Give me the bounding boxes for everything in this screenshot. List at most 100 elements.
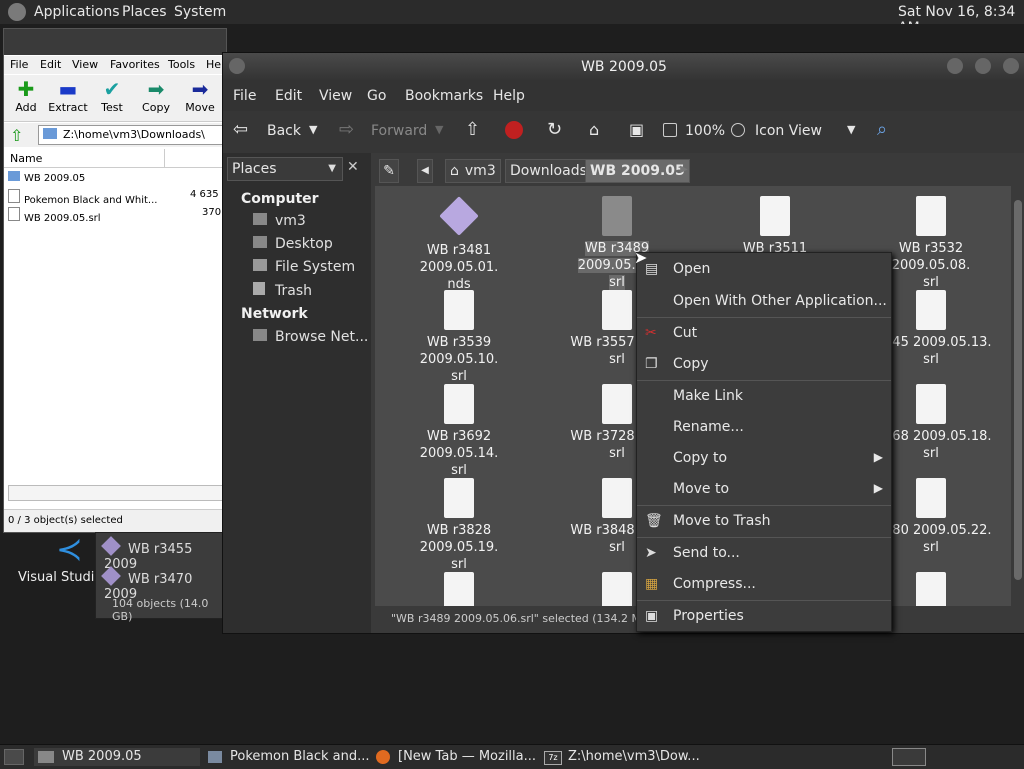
nds-file-icon — [439, 196, 479, 236]
system-menu[interactable]: System — [174, 4, 226, 20]
list-item[interactable]: WB 2009.05.srl — [8, 207, 101, 224]
menu-separator — [637, 505, 891, 506]
move-button[interactable]: ➡ Move — [180, 77, 220, 114]
view-mode-dropdown[interactable]: ▼ — [847, 123, 855, 136]
archive-window-titlebar[interactable] — [4, 29, 226, 55]
file-item[interactable]: WB r3481 2009.05.01. nds — [389, 196, 529, 293]
sidebar-item-vm3[interactable]: vm3 — [253, 213, 306, 229]
taskbar-item-pokemon[interactable]: Pokemon Black and... — [204, 748, 370, 766]
computer-icon[interactable]: ▣ — [629, 120, 644, 139]
menu-favorites[interactable]: Favorites — [110, 58, 160, 71]
breadcrumb-current[interactable]: WB 2009.05 — [585, 159, 690, 183]
minimize-icon[interactable] — [947, 58, 963, 74]
horizontal-scrollbar[interactable] — [8, 485, 224, 501]
menu-item-open[interactable]: ▤ Open — [637, 255, 891, 283]
search-icon[interactable]: ⌕ — [877, 119, 887, 140]
menu-edit[interactable]: Edit — [275, 88, 302, 104]
menu-help[interactable]: He — [206, 58, 221, 71]
test-button[interactable]: ✔ Test — [92, 77, 132, 114]
stop-icon[interactable] — [505, 121, 523, 139]
taskbar-item-7zip[interactable]: 7z Z:\home\vm3\Dow... — [540, 748, 706, 766]
forward-arrow-icon[interactable]: ⇨ — [339, 119, 354, 140]
scroll-thumb[interactable] — [1014, 200, 1022, 580]
menu-item-copy-to[interactable]: Copy to ▶ — [637, 444, 891, 472]
back-history-dropdown[interactable]: ▼ — [309, 123, 317, 136]
sidebar-item-file-system[interactable]: File System — [253, 259, 355, 275]
menu-item-copy[interactable]: ❐ Copy — [637, 350, 891, 378]
list-item[interactable]: WB r3455 2009 — [101, 536, 224, 572]
menu-item-make-link[interactable]: Make Link — [637, 382, 891, 410]
close-icon[interactable] — [1003, 58, 1019, 74]
file-item[interactable]: WB r3692 2009.05.14. srl — [389, 384, 529, 479]
list-item[interactable]: Pokemon Black and Whit... — [8, 189, 157, 206]
forward-button[interactable]: Forward — [371, 123, 427, 139]
menu-help[interactable]: Help — [493, 88, 525, 104]
distro-logo-icon[interactable] — [8, 3, 26, 21]
back-button[interactable]: Back — [267, 123, 301, 139]
menu-item-properties[interactable]: ▣ Properties — [637, 602, 891, 630]
copy-button[interactable]: ➡ Copy — [136, 77, 176, 114]
zoom-out-icon[interactable] — [663, 123, 677, 137]
sidebar-item-desktop[interactable]: Desktop — [253, 236, 333, 252]
edit-location-icon[interactable]: ✎ — [379, 159, 399, 183]
sidebar-item-trash[interactable]: Trash — [253, 282, 312, 299]
vscode-desktop-icon[interactable]: ≺ — [50, 532, 96, 568]
path-scroll-right[interactable]: ▶ — [677, 159, 691, 181]
view-mode-select[interactable]: Icon View — [755, 123, 822, 139]
extract-button[interactable]: ▬ Extract — [48, 77, 88, 114]
address-input[interactable]: Z:\home\vm3\Downloads\ — [38, 125, 224, 145]
list-item[interactable]: WB 2009.05 — [8, 171, 85, 187]
menu-file[interactable]: File — [233, 88, 256, 104]
vertical-scrollbar[interactable] — [1011, 186, 1024, 606]
menu-item-cut[interactable]: ✂ Cut — [637, 319, 891, 347]
drive-icon — [253, 259, 267, 271]
menu-bookmarks[interactable]: Bookmarks — [405, 88, 483, 104]
menu-edit[interactable]: Edit — [40, 58, 61, 71]
close-sidebar-icon[interactable]: ✕ — [347, 159, 359, 175]
maximize-icon[interactable] — [975, 58, 991, 74]
file-icon — [444, 290, 474, 330]
file-item[interactable]: WB r3539 2009.05.10. srl — [389, 290, 529, 385]
menu-go[interactable]: Go — [367, 88, 386, 104]
menu-item-open-with[interactable]: Open With Other Application... — [637, 287, 891, 315]
menu-tools[interactable]: Tools — [168, 58, 195, 71]
file-icon — [602, 384, 632, 424]
menu-item-move-to[interactable]: Move to ▶ — [637, 475, 891, 503]
submenu-arrow-icon: ▶ — [873, 450, 883, 464]
column-header-size[interactable] — [165, 149, 225, 168]
menu-view[interactable]: View — [319, 88, 352, 104]
menu-item-move-to-trash[interactable]: 🗑 Move to Trash — [637, 507, 891, 535]
places-selector[interactable]: Places ▼ — [227, 157, 343, 181]
taskbar-item-firefox[interactable]: [New Tab — Mozilla... — [372, 748, 538, 766]
workspace-switcher-2[interactable] — [928, 748, 1018, 764]
reload-icon[interactable]: ↻ — [547, 119, 562, 140]
home-icon[interactable]: ⌂ — [589, 120, 599, 139]
taskbar-item-file-manager[interactable]: WB 2009.05 — [34, 748, 200, 766]
arrow-right-icon: ➡ — [191, 77, 209, 101]
back-arrow-icon[interactable]: ⇦ — [233, 119, 248, 140]
plus-icon: ✚ — [17, 77, 35, 101]
zoom-in-icon[interactable] — [731, 123, 745, 137]
path-scroll-left[interactable]: ◀ — [417, 159, 433, 183]
applications-menu[interactable]: Applications — [34, 4, 120, 20]
column-header-name[interactable]: Name — [4, 149, 165, 168]
up-arrow-icon[interactable]: ⇧ — [465, 119, 480, 140]
show-desktop-icon[interactable] — [4, 749, 24, 765]
breadcrumb-vm3[interactable]: ⌂ vm3 — [445, 159, 501, 183]
window-titlebar[interactable]: WB 2009.05 — [223, 53, 1024, 81]
menu-item-rename[interactable]: Rename... — [637, 413, 891, 441]
breadcrumb-downloads[interactable]: Downloads — [505, 159, 592, 183]
file-item[interactable]: WB r3828 2009.05.19. srl — [389, 478, 529, 573]
workspace-switcher[interactable] — [892, 748, 926, 766]
menu-item-send-to[interactable]: ➤ Send to... — [637, 539, 891, 567]
file-item[interactable] — [389, 572, 529, 606]
sidebar-item-browse-network[interactable]: Browse Net... — [253, 329, 368, 345]
location-bar: ✎ ◀ ⌂ vm3 Downloads WB 2009.05 ▶ — [375, 153, 1024, 183]
add-button[interactable]: ✚ Add — [6, 77, 46, 114]
menu-view[interactable]: View — [72, 58, 98, 71]
places-menu[interactable]: Places — [122, 4, 167, 20]
up-folder-icon[interactable]: ⇧ — [10, 126, 23, 145]
menu-file[interactable]: File — [10, 58, 28, 71]
menu-item-compress[interactable]: ▦ Compress... — [637, 570, 891, 598]
forward-history-dropdown[interactable]: ▼ — [435, 123, 443, 136]
